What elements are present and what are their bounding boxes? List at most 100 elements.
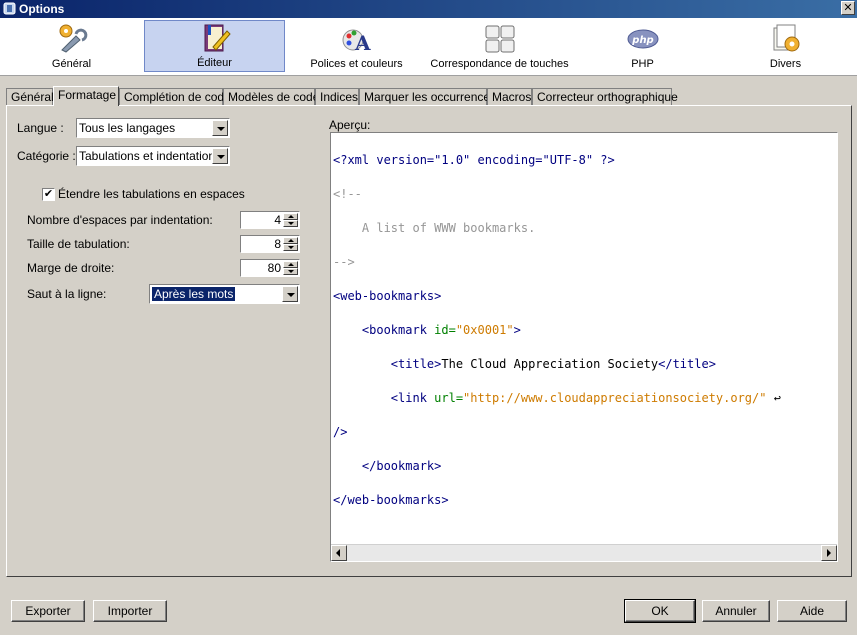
code-token: <web-bookmarks> <box>333 289 442 303</box>
indent-spaces-label: Nombre d'espaces par indentation: <box>27 213 213 227</box>
book-pen-icon <box>204 24 231 52</box>
scroll-right-icon[interactable] <box>821 545 837 561</box>
code-line: --> <box>333 254 835 271</box>
category-fonts-colors[interactable]: A Polices et couleurs <box>286 20 427 72</box>
svg-text:php: php <box>631 35 653 46</box>
gears-icon <box>59 24 87 53</box>
close-button[interactable]: ✕ <box>841 1 855 15</box>
right-margin-spinner[interactable]: 80 <box>240 259 300 277</box>
expand-tabs-label[interactable]: Étendre les tabulations en espaces <box>58 187 245 201</box>
code-line: <link url="http://www.cloudappreciations… <box>333 390 835 407</box>
language-value: Tous les langages <box>79 121 176 135</box>
tab-code-templates[interactable]: Modèles de code <box>223 88 319 105</box>
code-line: A list of WWW bookmarks. <box>333 220 835 237</box>
line-wrap-value: Après les mots <box>152 287 236 301</box>
tab-hints[interactable]: Indices <box>315 88 359 105</box>
right-margin-label: Marge de droite: <box>27 261 115 275</box>
code-token: </bookmark> <box>333 459 442 473</box>
spin-down-icon[interactable] <box>283 268 298 275</box>
category-keymap[interactable]: Correspondance de touches <box>428 20 571 72</box>
code-token: <bookmark <box>333 323 427 337</box>
code-token: <link <box>333 391 427 405</box>
category-toolbar: Général Éditeur A Polices et couleurs Co… <box>0 18 857 76</box>
category-label: PHP <box>631 58 654 70</box>
right-margin-value[interactable]: 80 <box>268 261 281 275</box>
tab-size-spinner[interactable]: 8 <box>240 235 300 253</box>
chevron-down-icon[interactable] <box>212 148 228 164</box>
code-token: "http://www.cloudappreciationsociety.org… <box>463 391 767 405</box>
code-token: <title> <box>333 357 442 371</box>
code-line: <bookmark id="0x0001"> <box>333 322 835 339</box>
scroll-left-icon[interactable] <box>331 545 347 561</box>
code-token: /> <box>333 425 348 439</box>
code-line: <?xml version="1.0" encoding="UTF-8" ?> <box>333 152 835 169</box>
tab-code-completion[interactable]: Complétion de code <box>119 88 231 105</box>
export-button[interactable]: Exporter <box>11 600 85 622</box>
indent-spaces-spinner[interactable]: 4 <box>240 211 300 229</box>
line-wrap-select[interactable]: Après les mots <box>149 284 300 304</box>
ok-button[interactable]: OK <box>624 599 696 623</box>
tab-size-value[interactable]: 8 <box>274 237 281 251</box>
keyboard-keys-icon <box>485 25 514 53</box>
category-label: Polices et couleurs <box>310 58 403 70</box>
code-token: </web-bookmarks> <box>333 493 449 507</box>
tab-general[interactable]: Général <box>6 88 54 105</box>
chevron-down-icon[interactable] <box>282 286 298 302</box>
help-button[interactable]: Aide <box>777 600 847 622</box>
spin-up-icon[interactable] <box>283 213 298 220</box>
chevron-down-icon[interactable] <box>212 120 228 136</box>
language-select[interactable]: Tous les langages <box>76 118 230 138</box>
preview-code: <?xml version="1.0" encoding="UTF-8" ?> … <box>333 135 835 543</box>
spin-down-icon[interactable] <box>283 220 298 227</box>
category-misc[interactable]: Divers <box>714 20 857 72</box>
cancel-button[interactable]: Annuler <box>702 600 770 622</box>
language-label: Langue : <box>17 121 64 135</box>
horizontal-scrollbar[interactable] <box>331 544 837 561</box>
code-token: > <box>513 323 521 337</box>
code-token: <!-- <box>333 187 362 201</box>
code-token: url= <box>426 391 464 405</box>
code-token: </title> <box>658 357 716 371</box>
preview-pane[interactable]: <?xml version="1.0" encoding="UTF-8" ?> … <box>330 132 838 562</box>
tab-macros[interactable]: Macros <box>487 88 532 105</box>
window-title: Options <box>19 2 65 16</box>
category-select[interactable]: Tabulations et indentations <box>76 146 230 166</box>
code-token: --> <box>333 255 355 269</box>
tab-spellchecker[interactable]: Correcteur orthographique <box>532 88 678 105</box>
category-label: Général <box>51 58 92 70</box>
php-icon: php <box>627 29 658 49</box>
line-wrap-label: Saut à la ligne: <box>27 287 107 301</box>
category-php[interactable]: php PHP <box>572 20 713 72</box>
code-token: "0x0001" <box>455 323 514 337</box>
category-label: Éditeur <box>197 57 232 69</box>
import-button[interactable]: Importer <box>93 600 167 622</box>
category-label: Divers <box>769 58 802 70</box>
spin-up-icon[interactable] <box>283 261 298 268</box>
spin-down-icon[interactable] <box>283 244 298 251</box>
spin-up-icon[interactable] <box>283 237 298 244</box>
font-palette-icon: A <box>342 29 371 54</box>
code-token: A list of WWW bookmarks. <box>333 221 536 235</box>
app-icon <box>3 2 16 15</box>
category-label: Correspondance de touches <box>430 58 569 70</box>
tab-formatage[interactable]: Formatage <box>53 86 119 106</box>
expand-tabs-checkbox[interactable]: ✔ <box>42 188 55 201</box>
category-value: Tabulations et indentations <box>79 149 222 163</box>
code-line: <web-bookmarks> <box>333 288 835 305</box>
wrap-arrow-icon: ↩ <box>766 391 781 405</box>
code-token: <?xml version="1.0" encoding="UTF-8" ?> <box>333 153 615 167</box>
category-general[interactable]: Général <box>0 20 143 72</box>
tab-size-label: Taille de tabulation: <box>27 237 130 251</box>
title-bar: Options ✕ <box>0 0 857 18</box>
folder-gear-icon <box>773 24 799 52</box>
category-editor[interactable]: Éditeur <box>144 20 285 72</box>
code-line: </web-bookmarks> <box>333 492 835 509</box>
code-line: <title>The Cloud Appreciation Society</t… <box>333 356 835 373</box>
code-line: /> <box>333 424 835 441</box>
tab-mark-occurrences[interactable]: Marquer les occurrences <box>359 88 496 105</box>
code-token: id= <box>426 323 456 337</box>
code-line: <!-- <box>333 186 835 203</box>
code-line: </bookmark> <box>333 458 835 475</box>
code-token: The Cloud Appreciation Society <box>441 357 659 371</box>
indent-spaces-value[interactable]: 4 <box>274 213 281 227</box>
